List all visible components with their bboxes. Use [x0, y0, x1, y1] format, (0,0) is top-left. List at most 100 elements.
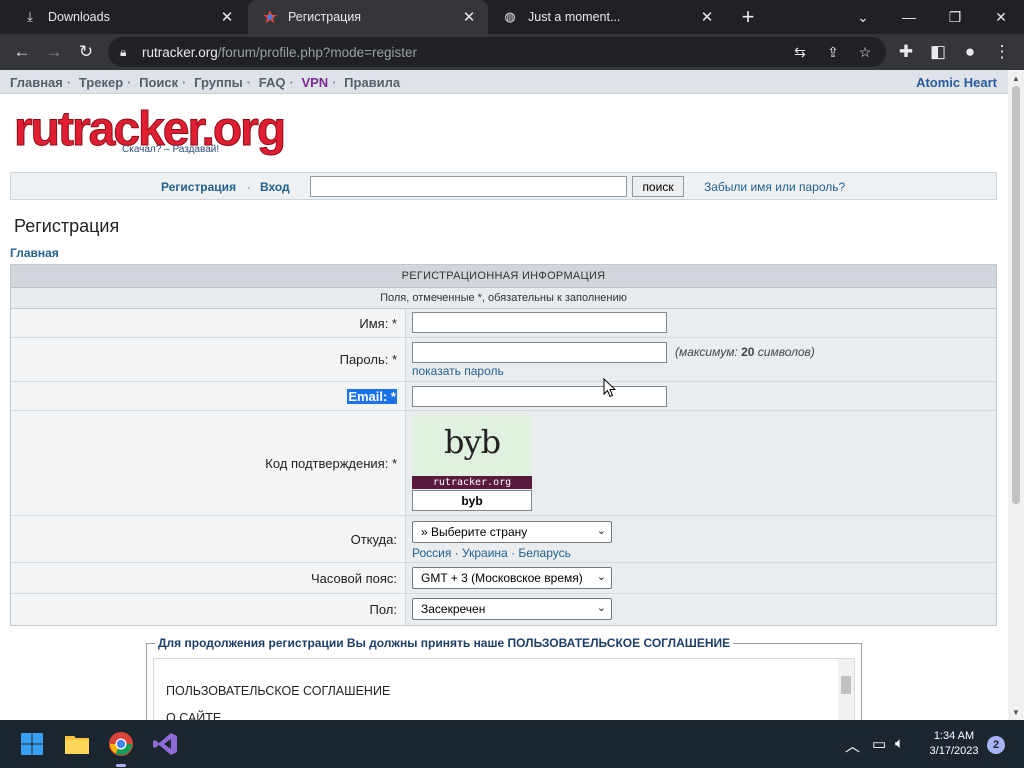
tab-just-a-moment[interactable]: ◍ Just a moment... ✕ — [488, 0, 726, 34]
taskbar: ︿ ▭ 🔈︎ 1:34 AM 3/17/2023 2 — [0, 720, 1024, 768]
network-icon[interactable]: ▭ — [872, 735, 886, 753]
translate-icon[interactable]: ⇆ — [788, 40, 812, 64]
nav-search[interactable]: Поиск — [139, 75, 178, 90]
extensions-icon[interactable]: ✚ — [892, 38, 920, 66]
agreement-textbox[interactable]: ПОЛЬЗОВАТЕЛЬСКОЕ СОГЛАШЕНИЕ О САЙТЕ — [153, 658, 855, 720]
agreement-line: ПОЛЬЗОВАТЕЛЬСКОЕ СОГЛАШЕНИЕ — [166, 684, 391, 698]
restore-icon[interactable]: ❐ — [932, 0, 978, 34]
file-explorer-icon[interactable] — [61, 728, 93, 760]
site-top-nav: Главная · Трекер · Поиск · Группы · FAQ · VPN… — [0, 70, 1008, 94]
logo-slogan: Скачал? – Раздавай! — [122, 144, 220, 155]
email-row: Email: * — [11, 382, 996, 411]
tab-registration[interactable]: Регистрация ✕ — [248, 0, 488, 34]
country-select[interactable]: » Выберите страну ⌄ — [412, 521, 612, 543]
nav-rules[interactable]: Правила — [344, 75, 400, 90]
bookmark-star-icon[interactable]: ☆ — [853, 40, 877, 64]
close-icon[interactable]: ✕ — [218, 8, 236, 26]
tab-title: Just a moment... — [528, 10, 621, 24]
registration-form: РЕГИСТРАЦИОННАЯ ИНФОРМАЦИЯ Поля, отмечен… — [10, 264, 997, 626]
new-tab-icon[interactable]: + — [736, 4, 760, 29]
search-input[interactable] — [310, 176, 627, 197]
timezone-label: Часовой пояс: — [11, 563, 406, 593]
page-scrollbar[interactable]: ▲ ▼ — [1008, 70, 1024, 720]
start-windows-icon[interactable] — [16, 728, 48, 760]
ad-link[interactable]: Atomic Heart — [916, 75, 997, 90]
mouse-cursor-icon — [603, 377, 617, 403]
country-row: Откуда: » Выберите страну ⌄ Россия · Укра… — [11, 516, 996, 563]
captcha-brand: rutracker.org — [412, 476, 532, 489]
nav-groups[interactable]: Группы — [194, 75, 243, 90]
tray-chevron-icon[interactable]: ︿ — [845, 735, 860, 756]
gender-label: Пол: — [11, 594, 406, 625]
tab-search-chevron-icon[interactable]: ⌄ — [840, 0, 886, 34]
password-input[interactable] — [412, 342, 667, 363]
chevron-down-icon: ⌄ — [596, 525, 606, 537]
globe-icon: ◍ — [504, 9, 516, 24]
lock-icon[interactable]: 🔒︎ — [120, 45, 136, 60]
chrome-icon[interactable] — [105, 728, 137, 760]
captcha-image: byb rutracker.org — [412, 415, 532, 489]
captcha-input[interactable]: byb — [412, 490, 532, 511]
window-close-icon[interactable]: ✕ — [978, 0, 1024, 34]
clock-time: 1:34 AM — [933, 730, 975, 742]
email-input[interactable] — [412, 386, 667, 407]
gender-select[interactable]: Засекречен ⌄ — [412, 598, 612, 620]
browser-toolbar: ← → ↻ 🔒︎ rutracker.org/forum/profile.php… — [0, 34, 1024, 70]
register-link[interactable]: Регистрация — [161, 180, 236, 194]
show-password-link[interactable]: показать пароль — [412, 364, 504, 378]
download-icon: ⤓ — [27, 9, 33, 24]
volume-icon[interactable]: 🔈︎ — [895, 735, 904, 752]
nav-tracker[interactable]: Трекер — [79, 75, 123, 90]
notification-badge[interactable]: 2 — [987, 736, 1005, 754]
password-row: Пароль: * (максимум: 20 символов) показа… — [11, 338, 996, 382]
agreement-fieldset: Для продолжения регистрации Вы должны пр… — [146, 636, 862, 720]
timezone-select[interactable]: GMT + 3 (Московское время) ⌄ — [412, 567, 612, 589]
scroll-up-icon[interactable]: ▲ — [1008, 70, 1024, 86]
share-icon[interactable]: ⇪ — [821, 40, 845, 64]
agreement-scrollbar[interactable] — [838, 659, 854, 720]
clock[interactable]: 1:34 AM 3/17/2023 — [920, 729, 988, 759]
timezone-row: Часовой пояс: GMT + 3 (Московское время)… — [11, 563, 996, 594]
chevron-down-icon: ⌄ — [596, 571, 606, 583]
name-input[interactable] — [412, 312, 667, 333]
nav-vpn[interactable]: VPN — [301, 75, 328, 90]
back-icon[interactable]: ← — [8, 38, 36, 66]
tab-title: Downloads — [48, 10, 110, 24]
agreement-legend: Для продолжения регистрации Вы должны пр… — [155, 636, 734, 650]
password-hint: (максимум: 20 символов) — [675, 345, 815, 359]
search-button[interactable]: поиск — [632, 176, 684, 197]
nav-faq[interactable]: FAQ — [259, 75, 286, 90]
side-panel-icon[interactable]: ◧ — [924, 38, 952, 66]
forgot-password-link[interactable]: Забыли имя или пароль? — [704, 180, 845, 194]
captcha-row: Код подтверждения: * byb rutracker.org b… — [11, 411, 996, 516]
close-icon[interactable]: ✕ — [460, 8, 478, 26]
minimize-icon[interactable]: — — [886, 0, 932, 34]
captcha-text: byb — [444, 423, 501, 461]
agreement-line: О САЙТЕ — [166, 711, 222, 720]
captcha-label: Код подтверждения: * — [11, 411, 406, 515]
rutracker-favicon — [262, 9, 278, 25]
form-header: РЕГИСТРАЦИОННАЯ ИНФОРМАЦИЯ — [11, 265, 996, 288]
email-label: Email: * — [347, 388, 397, 404]
chevron-down-icon: ⌄ — [596, 602, 606, 614]
visual-studio-icon[interactable] — [149, 728, 181, 760]
separator: · — [247, 180, 251, 194]
scroll-thumb[interactable] — [1012, 86, 1020, 504]
page-title: Регистрация — [14, 216, 120, 236]
login-link[interactable]: Вход — [260, 180, 290, 194]
nav-home[interactable]: Главная — [10, 75, 63, 90]
forward-icon[interactable]: → — [40, 38, 68, 66]
address-bar[interactable]: 🔒︎ rutracker.org/forum/profile.php?mode=… — [108, 37, 886, 67]
tab-strip: ⤓ Downloads ✕ Регистрация ✕ ◍ Just a mom… — [0, 0, 1024, 34]
breadcrumb[interactable]: Главная — [10, 246, 59, 260]
tab-downloads[interactable]: ⤓ Downloads ✕ — [8, 0, 246, 34]
url-text: rutracker.org/forum/profile.php?mode=reg… — [142, 44, 418, 60]
page-viewport: Главная · Трекер · Поиск · Группы · FAQ · VPN… — [0, 70, 1024, 720]
close-icon[interactable]: ✕ — [698, 8, 716, 26]
profile-icon[interactable]: ● — [956, 38, 984, 66]
menu-kebab-icon[interactable]: ⋮ — [988, 38, 1016, 66]
site-logo[interactable]: rutracker.org Скачал? – Раздавай! — [14, 105, 287, 158]
reload-icon[interactable]: ↻ — [72, 38, 100, 66]
scroll-down-icon[interactable]: ▼ — [1008, 704, 1024, 720]
country-quick-links[interactable]: Россия · Украина · Беларусь — [412, 546, 571, 560]
